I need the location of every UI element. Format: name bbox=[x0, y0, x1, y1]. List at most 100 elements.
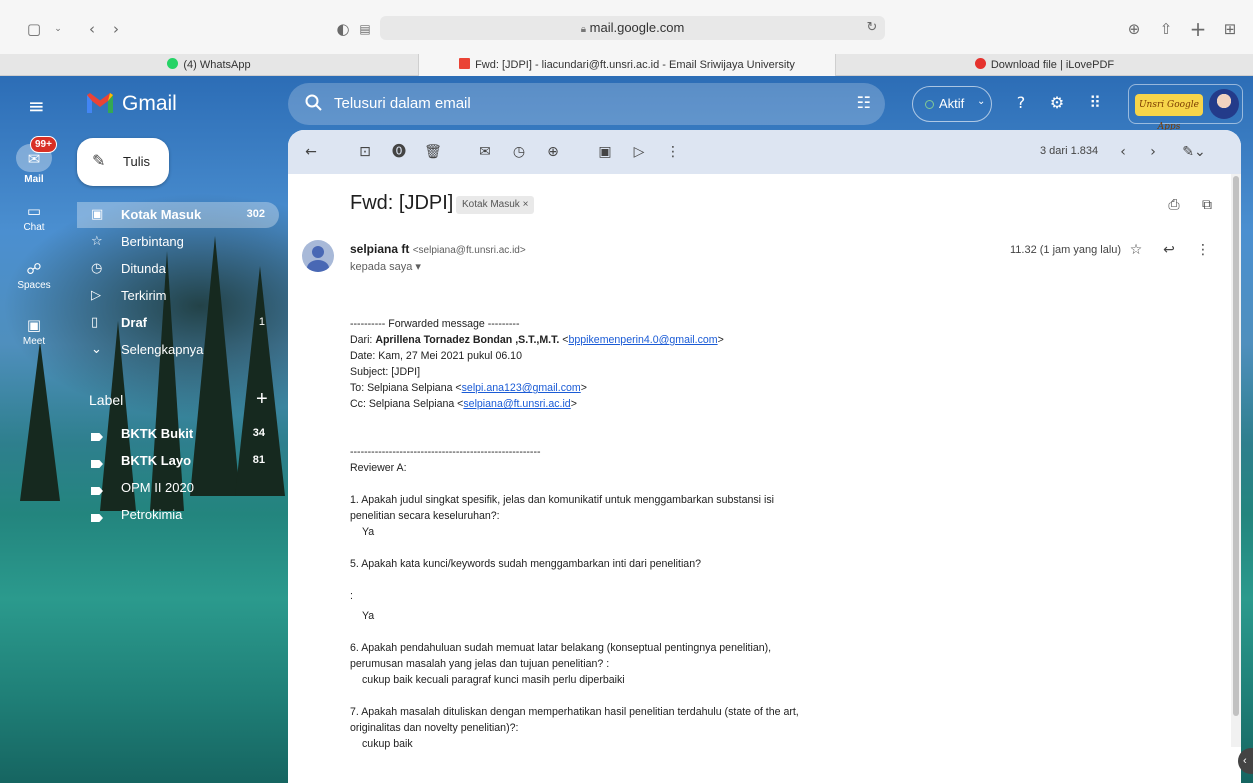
rail-item-spaces[interactable]: ☍ Spaces bbox=[0, 260, 68, 291]
sidebar-item-starred[interactable]: ☆ Berbintang bbox=[77, 229, 279, 255]
inbox-label-chip[interactable]: Kotak Masuk × bbox=[456, 196, 535, 214]
add-task-icon[interactable]: ⊕ bbox=[544, 143, 562, 161]
search-input[interactable]: Telusuri dalam email bbox=[334, 95, 471, 112]
message-body: ---------- Forwarded message --------- D… bbox=[350, 316, 810, 752]
labels-heading: Label bbox=[89, 392, 124, 408]
send-icon: ▷ bbox=[91, 288, 101, 303]
more-vert-icon[interactable]: ⋮ bbox=[664, 143, 682, 161]
print-icon[interactable]: ⎙ bbox=[1165, 196, 1183, 214]
status-dot-icon bbox=[925, 100, 934, 109]
move-to-icon[interactable]: ▣ bbox=[596, 143, 614, 161]
chevron-down-icon[interactable]: ⌄ bbox=[48, 19, 68, 39]
search-options-icon[interactable]: ☷ bbox=[857, 93, 871, 112]
apps-grid-icon[interactable]: ⠿ bbox=[1084, 92, 1106, 114]
sidebar-toggle-icon[interactable]: ▢ bbox=[24, 19, 44, 39]
trash-icon[interactable]: 🗑︎ bbox=[424, 143, 442, 161]
search-bar[interactable]: Telusuri dalam email ☷ bbox=[288, 83, 885, 125]
sidebar-item-label-bktk-bukit[interactable]: BKTK Bukit 34 bbox=[77, 421, 279, 447]
label-tag-icon bbox=[91, 430, 103, 445]
main-menu-icon[interactable]: ≡ bbox=[28, 94, 45, 118]
next-message-icon[interactable]: › bbox=[1144, 143, 1162, 161]
compose-button[interactable]: ✎ Tulis bbox=[77, 138, 169, 186]
lock-icon: 🔒︎ bbox=[580, 24, 587, 35]
tab-bar: (4) WhatsApp Fwd: [JDPI] - liacundari@ft… bbox=[0, 54, 1253, 76]
pen-options-icon[interactable]: ✎⌄ bbox=[1180, 143, 1208, 161]
tab-whatsapp[interactable]: (4) WhatsApp bbox=[0, 54, 418, 76]
share-icon[interactable]: ⇧ bbox=[1156, 19, 1176, 39]
forwarded-to: To: Selpiana Selpiana <selpi.ana123@gmai… bbox=[350, 382, 587, 394]
label-icon[interactable]: ▷ bbox=[630, 143, 648, 161]
sidebar-item-snoozed[interactable]: ◷ Ditunda bbox=[77, 256, 279, 282]
recipient-details[interactable]: kepada saya ▾ bbox=[350, 260, 421, 273]
report-spam-icon[interactable]: ⓿ bbox=[390, 143, 408, 161]
sender-name: selpiana ft bbox=[350, 242, 410, 256]
gmail-topbar: ≡ Gmail Telusuri dalam email ☷ Aktif ⌄ ?… bbox=[0, 76, 1253, 132]
avatar[interactable] bbox=[1209, 89, 1239, 119]
address-url: mail.google.com bbox=[589, 20, 685, 35]
status-label: Aktif bbox=[939, 96, 965, 111]
message-pane: ← ⊡ ⓿ 🗑︎ ✉ ◷ ⊕ ▣ ▷ ⋮ 3 dari 1.834 ‹ › ✎⌄… bbox=[288, 130, 1241, 783]
reply-icon[interactable]: ↩ bbox=[1160, 241, 1178, 259]
heart-icon bbox=[974, 58, 986, 69]
status-selector[interactable]: Aktif ⌄ bbox=[912, 86, 992, 122]
rail-item-mail[interactable]: ✉ 99+ Mail bbox=[0, 136, 68, 185]
download-icon[interactable]: ⊕ bbox=[1124, 19, 1144, 39]
more-vert-icon[interactable]: ⋮ bbox=[1194, 241, 1212, 259]
sidebar-item-label-petrokimia[interactable]: Petrokimia bbox=[77, 502, 279, 528]
message-toolbar: ← ⊡ ⓿ 🗑︎ ✉ ◷ ⊕ ▣ ▷ ⋮ 3 dari 1.834 ‹ › ✎⌄ bbox=[288, 130, 1241, 174]
reader-icon[interactable]: ▤ bbox=[355, 19, 375, 39]
forwarded-cc: Cc: Selpiana Selpiana <selpiana@ft.unsri… bbox=[350, 398, 577, 410]
star-icon[interactable]: ☆ bbox=[1127, 241, 1145, 259]
help-icon[interactable]: ? bbox=[1010, 92, 1032, 114]
open-new-window-icon[interactable]: ⧉ bbox=[1198, 196, 1216, 214]
message-scrollbar[interactable] bbox=[1231, 174, 1241, 747]
whatsapp-icon bbox=[167, 58, 179, 69]
back-arrow-icon[interactable]: ← bbox=[302, 143, 320, 161]
rail-item-chat[interactable]: ▭ Chat bbox=[0, 202, 68, 233]
sidebar-item-more[interactable]: ⌄ Selengkapnya bbox=[77, 337, 279, 363]
clock-icon: ◷ bbox=[91, 261, 103, 276]
tab-gmail[interactable]: Fwd: [JDPI] - liacundari@ft.unsri.ac.id … bbox=[418, 54, 836, 76]
scroll-thumb[interactable] bbox=[1233, 176, 1239, 716]
draft-icon: ▯ bbox=[91, 315, 99, 330]
label-tag-icon bbox=[91, 511, 103, 526]
gmail-logo-icon bbox=[87, 93, 113, 113]
snooze-icon[interactable]: ◷ bbox=[510, 143, 528, 161]
reload-icon[interactable]: ↻ bbox=[862, 18, 882, 38]
label-tag-icon bbox=[91, 457, 103, 472]
sender-line: selpiana ft <selpiana@ft.unsri.ac.id> bbox=[350, 242, 526, 256]
forward-icon[interactable]: › bbox=[106, 19, 126, 39]
inbox-icon: ▣ bbox=[91, 207, 104, 222]
add-label-icon[interactable]: + bbox=[256, 388, 268, 411]
new-tab-icon[interactable]: + bbox=[1188, 19, 1208, 39]
account-switcher[interactable]: Unsri Google Apps bbox=[1128, 84, 1243, 132]
tab-ilovepdf[interactable]: Download file | iLovePDF bbox=[836, 54, 1253, 76]
back-icon[interactable]: ‹ bbox=[82, 19, 102, 39]
tab-overview-icon[interactable]: ⊞ bbox=[1220, 19, 1240, 39]
privacy-shield-icon[interactable]: ◐ bbox=[333, 19, 353, 39]
to-email-link[interactable]: selpi.ana123@gmail.com bbox=[462, 382, 581, 394]
cc-email-link[interactable]: selpiana@ft.unsri.ac.id bbox=[463, 398, 570, 410]
search-icon[interactable] bbox=[304, 93, 324, 113]
message-time: 11.32 (1 jam yang lalu) bbox=[1010, 244, 1122, 256]
sidebar-item-sent[interactable]: ▷ Terkirim bbox=[77, 283, 279, 309]
prev-message-icon[interactable]: ‹ bbox=[1114, 143, 1132, 161]
forwarded-from: Dari: Aprillena Tornadez Bondan ,S.T.,M.… bbox=[350, 334, 724, 346]
chevron-down-icon: ⌄ bbox=[91, 342, 102, 357]
gmail-favicon-icon bbox=[459, 58, 471, 69]
gear-icon[interactable]: ⚙ bbox=[1046, 92, 1068, 114]
gmail-app: ≡ Gmail Telusuri dalam email ☷ Aktif ⌄ ?… bbox=[0, 76, 1253, 783]
sidebar-item-drafts[interactable]: ▯ Draf 1 bbox=[77, 310, 279, 336]
rail-item-meet[interactable]: ▣ Meet bbox=[0, 316, 68, 347]
address-bar[interactable]: 🔒︎ mail.google.com ↻ bbox=[380, 16, 885, 40]
unread-badge: 99+ bbox=[30, 136, 57, 153]
spaces-icon: ☍ bbox=[26, 260, 42, 278]
mark-unread-icon[interactable]: ✉ bbox=[476, 143, 494, 161]
archive-icon[interactable]: ⊡ bbox=[356, 143, 374, 161]
sidebar-item-label-opm[interactable]: OPM II 2020 bbox=[77, 475, 279, 501]
unread-count: 302 bbox=[246, 208, 265, 220]
sender-email: <selpiana@ft.unsri.ac.id> bbox=[412, 245, 526, 256]
sidebar-item-inbox[interactable]: ▣ Kotak Masuk 302 bbox=[77, 202, 279, 228]
sidebar-item-label-bktk-layo[interactable]: BKTK Layo 81 bbox=[77, 448, 279, 474]
from-email-link[interactable]: bppikemenperin4.0@gmail.com bbox=[568, 334, 717, 346]
